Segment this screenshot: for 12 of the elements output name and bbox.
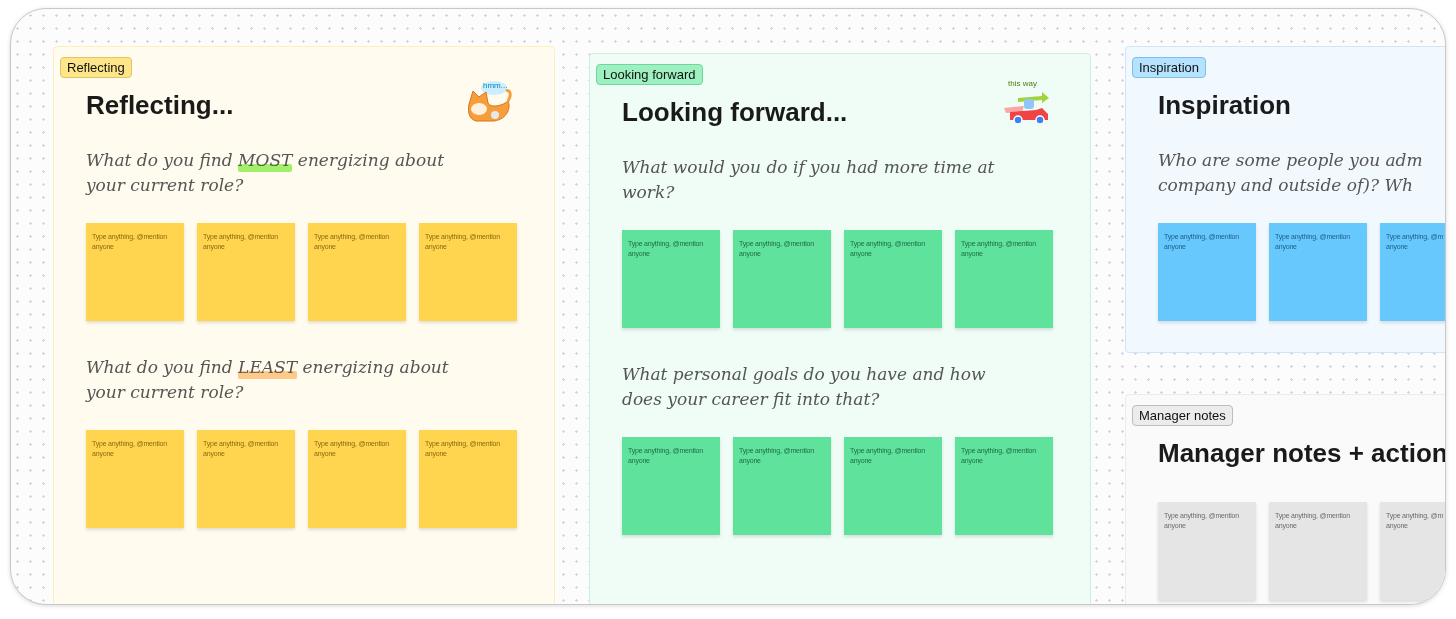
question-text: What would you do if you had more time at work?	[622, 156, 995, 204]
section-title: Looking forward...	[622, 96, 848, 129]
section-title: Inspiration	[1158, 89, 1291, 122]
question-text: What personal goals do you have and how does your career fit into that?	[622, 363, 986, 411]
section-tag[interactable]: Looking forward	[596, 64, 703, 85]
question-text: Who are some people you adm company and outside of)? Wh	[1158, 149, 1423, 197]
section-tag[interactable]: Manager notes	[1132, 405, 1233, 426]
sticker-caption: this way	[1008, 80, 1037, 88]
sticker-caption: hmm...	[483, 82, 508, 90]
section-tag[interactable]: Reflecting	[60, 57, 132, 78]
section-tag[interactable]: Inspiration	[1132, 57, 1206, 78]
section-title: Reflecting...	[86, 89, 234, 122]
